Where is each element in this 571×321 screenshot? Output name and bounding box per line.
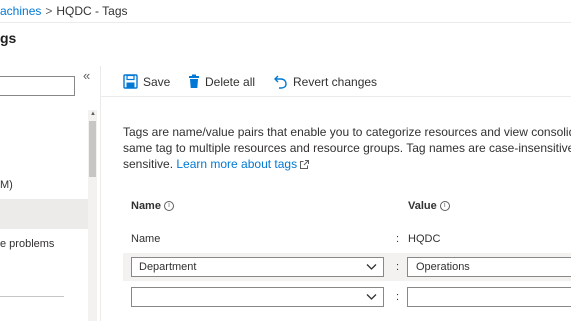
row-separator: : [396, 233, 400, 245]
tag-name-dropdown[interactable]: Department [131, 257, 384, 277]
chevron-down-icon [366, 294, 377, 300]
learn-more-text: Learn more about tags [176, 157, 298, 171]
new-tag-name-dropdown[interactable] [131, 287, 384, 307]
nav-divider [0, 296, 64, 297]
nav-scrollbar-thumb[interactable] [89, 121, 96, 177]
delete-all-label: Delete all [205, 74, 256, 89]
delete-all-button[interactable]: Delete all [188, 74, 255, 89]
trash-icon [189, 74, 199, 88]
undo-icon [274, 75, 287, 89]
revert-changes-label: Revert changes [293, 74, 378, 89]
tag-name-value: Department [139, 261, 197, 273]
chevron-down-icon [366, 264, 377, 270]
description-line-3-prefix: sensitive. [123, 157, 177, 171]
description-line-1: Tags are name/value pairs that enable yo… [123, 125, 571, 139]
page-title: gs [0, 30, 17, 46]
breadcrumb-current: HQDC - Tags [56, 4, 128, 18]
info-icon[interactable]: i [439, 201, 450, 211]
scroll-up-arrow-icon[interactable]: ▲ [90, 111, 96, 117]
save-button[interactable]: Save [123, 74, 170, 89]
name-column-header: Name i [131, 200, 174, 212]
name-header-label: Name [131, 200, 161, 212]
info-icon[interactable]: i [163, 201, 174, 211]
value-column-header: Value i [408, 200, 450, 212]
sidebar-item-problems[interactable]: e problems [0, 238, 54, 250]
learn-more-link[interactable]: Learn more about tags [176, 157, 310, 171]
collapse-nav-button[interactable]: « [83, 68, 90, 83]
value-header-label: Value [408, 200, 437, 212]
sidebar-item-selected[interactable] [0, 199, 88, 229]
nav-search-input[interactable] [0, 76, 75, 96]
new-tag-value-input[interactable] [407, 287, 571, 307]
tags-description: Tags are name/value pairs that enable yo… [123, 124, 571, 172]
description-line-3: sensitive. Learn more about tags [123, 156, 571, 172]
external-link-icon [300, 160, 310, 169]
tag-name-text: Name [131, 233, 161, 245]
row-separator: : [396, 291, 400, 303]
revert-changes-button[interactable]: Revert changes [273, 74, 377, 89]
tag-value-input[interactable]: Operations [407, 257, 571, 277]
left-nav-panel [0, 66, 101, 321]
breadcrumb-separator: > [45, 4, 53, 18]
breadcrumb: achines > HQDC - Tags [0, 4, 128, 18]
sidebar-item-m[interactable]: M) [0, 179, 13, 191]
tag-value-text: HQDC [408, 233, 441, 245]
description-line-2: same tag to multiple resources and resou… [123, 141, 571, 155]
save-label: Save [143, 74, 171, 89]
save-icon [123, 74, 138, 89]
tag-value-input-text: Operations [416, 261, 470, 273]
breadcrumb-link-machines[interactable]: achines [0, 4, 41, 18]
row-separator: : [396, 261, 400, 273]
